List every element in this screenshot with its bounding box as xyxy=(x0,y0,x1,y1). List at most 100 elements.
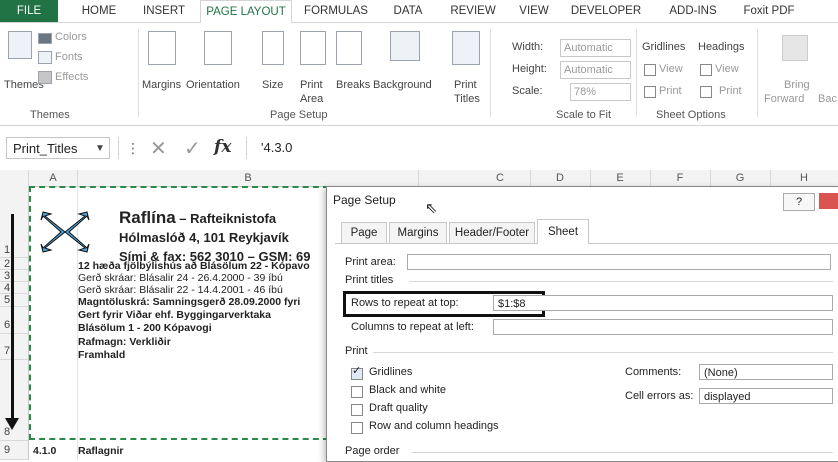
rows-to-repeat-input[interactable]: $1:$8 xyxy=(493,295,833,311)
row-header-4[interactable]: 4 xyxy=(0,282,28,294)
help-button[interactable]: ? xyxy=(783,193,815,211)
column-header-g[interactable]: G xyxy=(710,170,771,186)
background-icon xyxy=(390,31,420,61)
cancel-icon[interactable]: ✕ xyxy=(150,136,167,161)
cell-b7-line1[interactable]: Rafmagn: Verkliðir xyxy=(78,336,171,348)
dialog-title: Page Setup xyxy=(333,193,396,207)
gridlines-view-checkbox[interactable] xyxy=(644,64,656,76)
page-order-heading: Page order xyxy=(345,445,400,457)
column-header-b[interactable]: B xyxy=(78,170,419,186)
close-button[interactable] xyxy=(819,193,838,209)
tab-formulas[interactable]: FORMULAS xyxy=(296,0,376,22)
gridlines-print-checkbox[interactable] xyxy=(644,86,656,98)
colors-button[interactable]: Colors xyxy=(55,31,87,43)
tab-developer[interactable]: DEVELOPER xyxy=(563,0,649,22)
column-header-e[interactable]: E xyxy=(590,170,651,186)
dialog-tab-header-footer[interactable]: Header/Footer xyxy=(449,222,535,243)
size-button[interactable]: Size xyxy=(262,79,283,91)
column-header-c[interactable]: C xyxy=(470,170,531,186)
bring-forward-button[interactable]: Bring xyxy=(784,79,810,91)
headings-print-checkbox[interactable] xyxy=(700,86,712,98)
width-select[interactable]: Automatic xyxy=(560,39,631,57)
cell-b3[interactable]: Gerð skráar: Blásalir 24 - 26.4.2000 - 3… xyxy=(78,272,283,284)
tab-data[interactable]: DATA xyxy=(383,0,433,22)
row-column-headings-label: Row and column headings xyxy=(369,420,499,432)
row-header-2[interactable]: 2 xyxy=(0,258,28,270)
tab-foxit-pdf[interactable]: Foxit PDF xyxy=(734,0,804,22)
themes-icon[interactable] xyxy=(8,31,32,59)
cell-b6-line1[interactable]: Gert fyrir Viðar ehf. Byggingarverktaka xyxy=(78,309,271,321)
scale-label: Scale: xyxy=(512,85,543,97)
cell-a9[interactable]: 4.1.0 xyxy=(33,445,56,457)
row-column-headings-checkbox[interactable] xyxy=(351,422,363,434)
divider xyxy=(411,452,833,453)
comments-select[interactable]: (None) xyxy=(699,364,833,380)
row-header-5[interactable]: 5 xyxy=(0,294,28,307)
name-box-dropdown-icon[interactable]: ▼ xyxy=(95,143,105,154)
draft-quality-checkbox[interactable] xyxy=(351,404,363,416)
send-backward-button[interactable]: Bac xyxy=(818,93,837,105)
black-and-white-checkbox[interactable] xyxy=(351,386,363,398)
cell-b6-line2[interactable]: Blásölum 1 - 200 Kópavogi xyxy=(78,322,212,334)
print-area-button-line2[interactable]: Area xyxy=(300,93,323,105)
cell-b4[interactable]: Gerð skráar: Blásalir 22 - 14.4.2001 - 4… xyxy=(78,284,283,296)
row-header-1[interactable]: 1 xyxy=(0,186,28,258)
tab-page-layout[interactable]: PAGE LAYOUT xyxy=(200,0,292,24)
print-titles-button-line2[interactable]: Titles xyxy=(454,93,480,105)
row-header-3[interactable]: 3 xyxy=(0,270,28,282)
tab-file[interactable]: FILE xyxy=(0,0,58,22)
breaks-icon xyxy=(336,31,362,65)
margins-button[interactable]: Margins xyxy=(142,79,181,91)
cell-b9[interactable]: Raflagnir xyxy=(78,445,124,457)
headings-heading: Headings xyxy=(698,41,745,53)
logo-address: Hólmaslóð 4, 101 Reykjavík xyxy=(119,230,289,245)
orientation-button[interactable]: Orientation xyxy=(186,79,240,91)
headings-view-checkbox[interactable] xyxy=(700,64,712,76)
annotation-arrow-line xyxy=(11,214,14,420)
column-header-d[interactable]: D xyxy=(530,170,591,186)
formula-input[interactable]: '4.3.0 xyxy=(246,137,838,159)
headings-print-label: Print xyxy=(719,85,742,97)
logo-subtitle: – Rafteiknistofa xyxy=(175,211,277,226)
row-header-9[interactable]: 9 xyxy=(0,441,28,460)
print-area-input[interactable] xyxy=(407,254,831,270)
bring-forward-button-line2[interactable]: Forward xyxy=(764,93,804,105)
dialog-tab-margins[interactable]: Margins xyxy=(389,222,447,243)
tab-insert[interactable]: INSERT xyxy=(134,0,194,22)
tab-add-ins[interactable]: ADD-INS xyxy=(658,0,728,22)
tab-view[interactable]: VIEW xyxy=(510,0,558,22)
column-header-h[interactable]: H xyxy=(770,170,838,186)
dialog-body: Print area: Print titles Rows to repeat … xyxy=(335,243,838,462)
breaks-button[interactable]: Breaks xyxy=(336,79,370,91)
enter-icon[interactable]: ✓ xyxy=(184,136,201,161)
annotation-arrow-head xyxy=(5,418,19,430)
print-heading: Print xyxy=(345,345,368,357)
cell-b2[interactable]: 12 hæða fjölbýlishús að Blásölum 22 - Kó… xyxy=(78,260,310,272)
scale-spinner[interactable]: 78% xyxy=(570,83,631,101)
cell-errors-select[interactable]: displayed xyxy=(699,388,833,404)
dialog-tab-sheet[interactable]: Sheet xyxy=(537,219,589,244)
divider xyxy=(118,137,119,159)
tab-review[interactable]: REVIEW xyxy=(442,0,504,22)
column-header-a[interactable]: A xyxy=(29,170,78,186)
cell-b5[interactable]: Magntöluskrá: Samningsgerð 28.09.2000 fy… xyxy=(78,296,300,308)
effects-button[interactable]: Effects xyxy=(55,71,88,83)
gridlines-heading: Gridlines xyxy=(642,41,686,53)
print-titles-button[interactable]: Print xyxy=(454,79,477,91)
rows-to-repeat-label: Rows to repeat at top: xyxy=(351,297,459,309)
tab-home[interactable]: HOME xyxy=(74,0,124,22)
row-header-6[interactable]: 6 xyxy=(0,307,28,334)
colors-icon xyxy=(38,33,52,44)
insert-function-button[interactable]: fx xyxy=(214,137,231,157)
columns-to-repeat-input[interactable] xyxy=(493,319,833,335)
height-select[interactable]: Automatic xyxy=(560,61,631,79)
select-all-corner[interactable] xyxy=(0,170,29,186)
fonts-button[interactable]: Fonts xyxy=(55,51,83,63)
print-area-button[interactable]: Print xyxy=(300,79,323,91)
fonts-icon xyxy=(38,51,52,64)
row-header-7[interactable]: 7 xyxy=(0,334,28,360)
background-button[interactable]: Background xyxy=(373,79,432,91)
cell-b7-line2[interactable]: Framhald xyxy=(78,349,125,361)
column-header-f[interactable]: F xyxy=(650,170,711,186)
dialog-tab-page[interactable]: Page xyxy=(341,222,387,243)
